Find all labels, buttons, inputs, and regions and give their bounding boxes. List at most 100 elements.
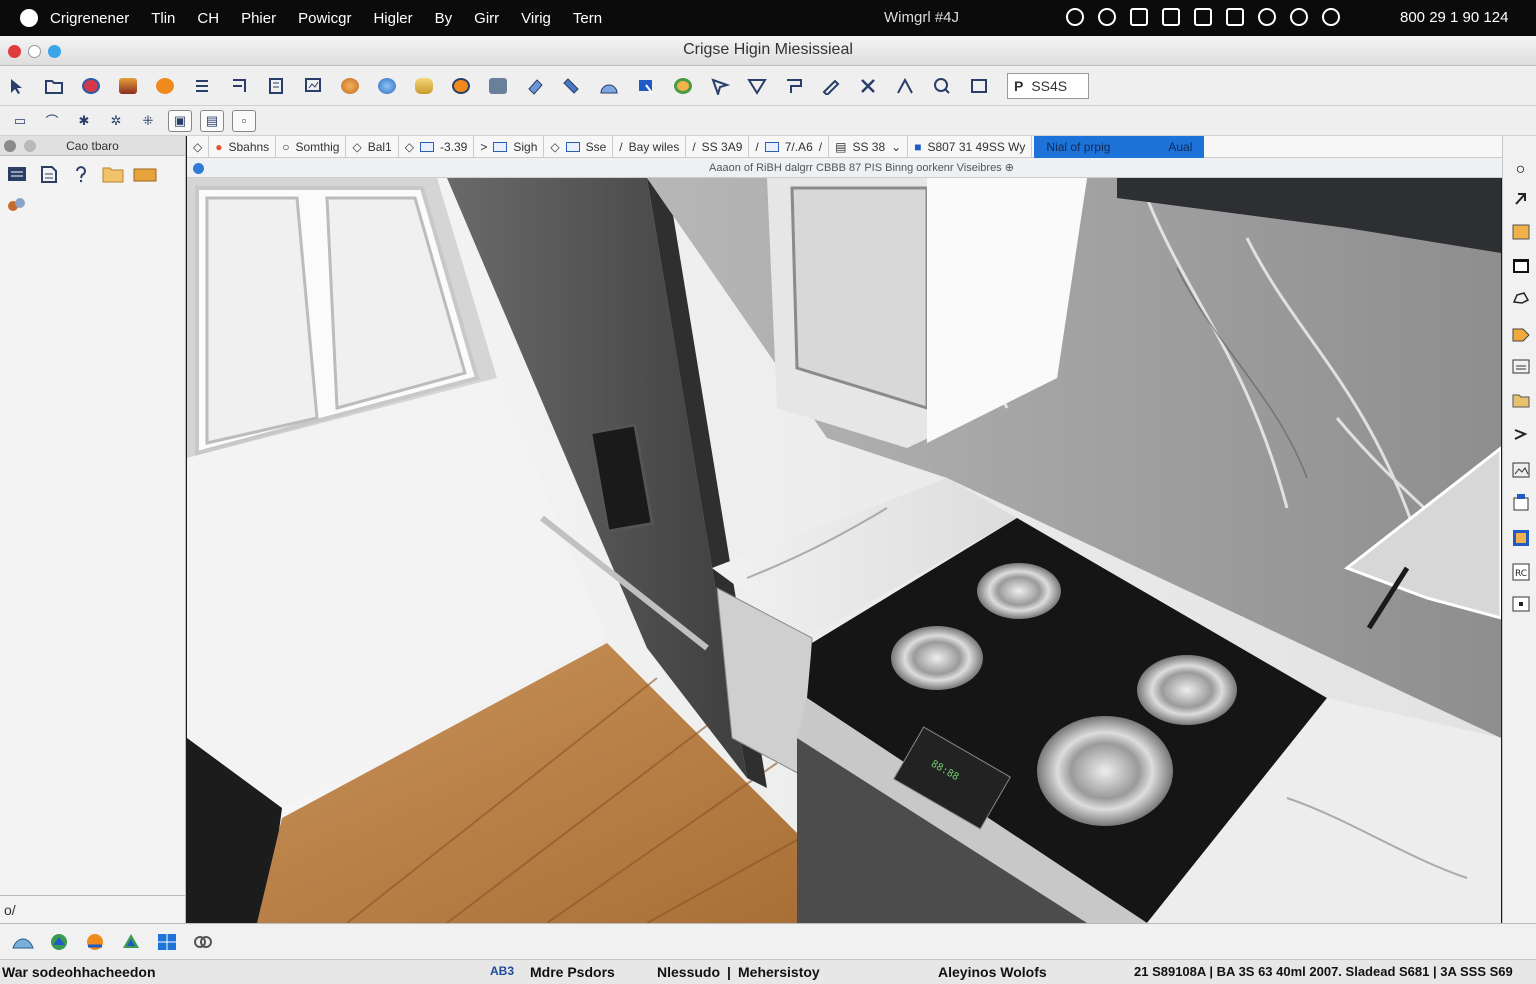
menu-item[interactable]: CH (197, 10, 219, 27)
layer-panel-icon[interactable] (1510, 356, 1531, 376)
monitor-icon[interactable] (1226, 8, 1244, 26)
display-icon[interactable] (1194, 8, 1212, 26)
option-item[interactable]: ◇ -3.39 (399, 135, 475, 158)
eraser-icon[interactable] (522, 73, 548, 99)
option-item[interactable]: / 7/.A6 / (749, 135, 830, 158)
close-icon[interactable] (855, 73, 881, 99)
fog-icon[interactable] (1510, 528, 1531, 548)
option-item[interactable]: / SS 3A9 (686, 135, 750, 158)
extension-icon[interactable] (448, 73, 474, 99)
3d-model-viewport[interactable]: 88:88 (187, 178, 1501, 923)
scene-icon[interactable] (1510, 460, 1531, 480)
material-icon[interactable] (115, 73, 141, 99)
folder-icon[interactable] (100, 162, 126, 186)
extension-warehouse-icon[interactable] (190, 930, 216, 954)
globe-icon[interactable] (374, 73, 400, 99)
paint-icon[interactable] (152, 73, 178, 99)
select-tool-icon[interactable] (4, 73, 30, 99)
chart-icon[interactable] (300, 73, 326, 99)
calendar-icon[interactable] (1162, 8, 1180, 26)
grid-icon[interactable]: ⁜ (136, 110, 160, 132)
walk-icon[interactable]: ⌒ (40, 110, 64, 132)
toolbar-value-field[interactable]: P SS4S (1007, 72, 1089, 99)
recycle-icon[interactable] (118, 930, 144, 954)
print-icon[interactable] (485, 73, 511, 99)
styles-icon[interactable] (4, 192, 30, 216)
menu-item[interactable]: Tern (573, 10, 602, 27)
search-icon[interactable] (1066, 8, 1084, 26)
view-side-icon[interactable]: ▫ (232, 109, 256, 132)
help-icon[interactable] (68, 162, 94, 186)
pencil-icon[interactable] (818, 73, 844, 99)
push-pull-icon[interactable] (633, 73, 659, 99)
option-dropdown[interactable]: ▤ SS 38 ⌄ (829, 135, 909, 158)
option-item[interactable]: ○ Somthig (276, 135, 347, 158)
tray-minimize-icon[interactable] (24, 140, 36, 152)
scroll-up-icon[interactable]: ○ (1510, 160, 1531, 180)
option-item[interactable]: / Bay wiles (613, 135, 687, 158)
folder-open-icon[interactable] (1510, 390, 1531, 410)
3d-warehouse-icon[interactable] (411, 73, 437, 99)
menu-item[interactable]: Tlin (151, 10, 175, 27)
entity-info-icon[interactable] (4, 162, 30, 186)
protractor-icon[interactable] (596, 73, 622, 99)
redo-icon[interactable] (1510, 424, 1531, 444)
user-icon[interactable] (1098, 8, 1116, 26)
sandbox-icon[interactable] (46, 930, 72, 954)
option-item[interactable]: ■ S807 31 49SS Wy (908, 135, 1033, 158)
components-icon[interactable] (337, 73, 363, 99)
cloud-icon[interactable] (1510, 288, 1531, 308)
open-file-icon[interactable] (41, 73, 67, 99)
solar-icon[interactable] (82, 930, 108, 954)
tray-close-icon[interactable] (4, 140, 16, 152)
frame-icon[interactable] (1510, 256, 1531, 276)
offset-icon[interactable] (781, 73, 807, 99)
menu-item[interactable]: Virig (521, 10, 551, 27)
menu-item[interactable]: Higler (373, 10, 412, 27)
zoom-icon[interactable] (929, 73, 955, 99)
camera-icon[interactable]: ▭ (8, 110, 32, 132)
document-icon[interactable] (263, 73, 289, 99)
arc-tool-icon[interactable] (892, 73, 918, 99)
section-icon[interactable]: ✱ (72, 110, 96, 132)
follow-me-icon[interactable] (744, 73, 770, 99)
small-box-icon[interactable] (1510, 594, 1531, 614)
menu-item[interactable]: Girr (474, 10, 499, 27)
windows-icon[interactable] (154, 930, 180, 954)
menu-app-name[interactable]: Crigrenener (50, 10, 129, 27)
tape-measure-icon[interactable] (559, 73, 585, 99)
menubar-clock[interactable]: 800 29 1 90 124 (1400, 9, 1508, 26)
apple-logo-icon[interactable] (20, 9, 38, 27)
option-item[interactable]: ◇ Bal1 (346, 135, 399, 158)
materials-icon[interactable] (132, 162, 158, 186)
window-icon[interactable] (1130, 8, 1148, 26)
geo-location-icon[interactable] (10, 930, 36, 954)
view-front-icon[interactable]: ▣ (168, 109, 192, 132)
line-tool-icon[interactable] (226, 73, 252, 99)
shadow-icon[interactable] (1510, 492, 1531, 512)
menu-item[interactable]: By (435, 10, 453, 27)
menu-item[interactable]: Powicgr (298, 10, 351, 27)
pointer-icon[interactable] (1510, 188, 1531, 208)
orbit-icon[interactable] (670, 73, 696, 99)
settings-small-icon[interactable]: ⊕ (1005, 162, 1014, 174)
option-item[interactable]: > Sigh (474, 135, 545, 158)
outliner-icon[interactable] (36, 162, 62, 186)
view-back-icon[interactable]: ▤ (200, 109, 224, 132)
rectangle-tool-icon[interactable] (966, 73, 992, 99)
spotlight-icon[interactable] (1290, 8, 1308, 26)
tag-icon[interactable] (1510, 324, 1531, 344)
record-icon[interactable] (78, 73, 104, 99)
wifi-icon[interactable] (1258, 8, 1276, 26)
option-item[interactable]: ◇ (187, 135, 210, 158)
option-item[interactable]: ◇ Sse (544, 135, 614, 158)
selected-option-button[interactable]: Nial of prpig Aual (1034, 135, 1205, 158)
layers-icon[interactable] (189, 73, 215, 99)
match-photo-icon[interactable]: RC (1510, 562, 1531, 582)
brightness-icon[interactable] (1322, 8, 1340, 26)
settings-icon[interactable]: ✲ (104, 110, 128, 132)
menu-item[interactable]: Phier (241, 10, 276, 27)
option-item[interactable]: ● Sbahns (209, 135, 277, 158)
image-icon[interactable] (1510, 222, 1531, 242)
pan-tool-icon[interactable] (707, 73, 733, 99)
